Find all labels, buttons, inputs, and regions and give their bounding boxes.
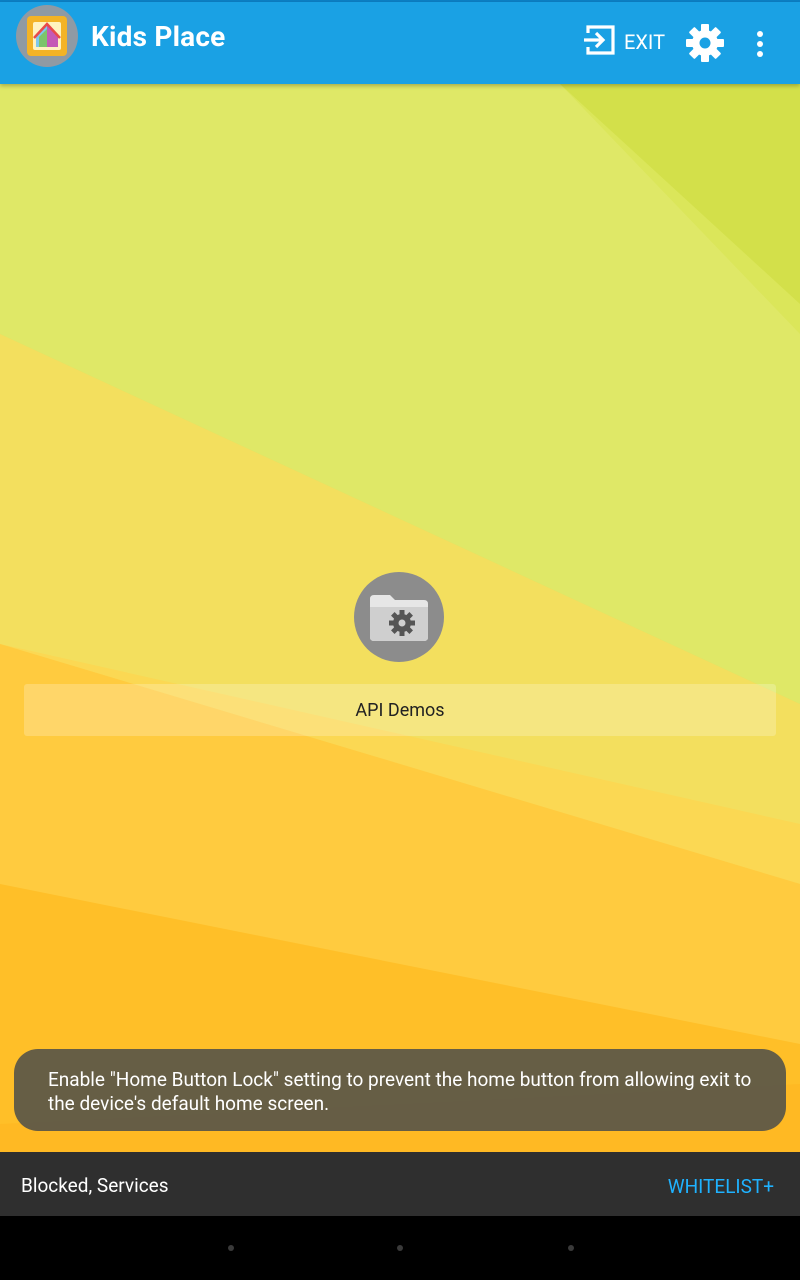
- toast-message: Enable "Home Button Lock" setting to pre…: [14, 1049, 786, 1131]
- kids-place-logo-icon[interactable]: [16, 5, 78, 67]
- overflow-menu-button[interactable]: [748, 24, 772, 64]
- more-vert-icon: [757, 31, 763, 57]
- app-bar: Kids Place EXIT: [0, 2, 800, 84]
- exit-arrow-icon: [582, 22, 618, 62]
- app-icon-api-demos[interactable]: [354, 572, 444, 662]
- whitelist-button[interactable]: WHITELIST+: [668, 1175, 774, 1198]
- nav-recents-button[interactable]: [568, 1245, 574, 1251]
- bottom-bar: Blocked, Services WHITELIST+: [0, 1152, 800, 1216]
- app-title: Kids Place: [91, 20, 226, 53]
- blocked-status-text: Blocked, Services: [21, 1174, 169, 1197]
- settings-button[interactable]: [684, 22, 726, 64]
- system-nav-bar: [0, 1216, 800, 1280]
- nav-home-button[interactable]: [397, 1245, 403, 1251]
- folder-gear-icon: [370, 595, 428, 641]
- app-label-api-demos[interactable]: API Demos: [24, 684, 776, 736]
- exit-label: EXIT: [624, 30, 665, 54]
- gear-icon: [686, 24, 724, 62]
- nav-back-button[interactable]: [228, 1245, 234, 1251]
- exit-button[interactable]: EXIT: [582, 22, 665, 62]
